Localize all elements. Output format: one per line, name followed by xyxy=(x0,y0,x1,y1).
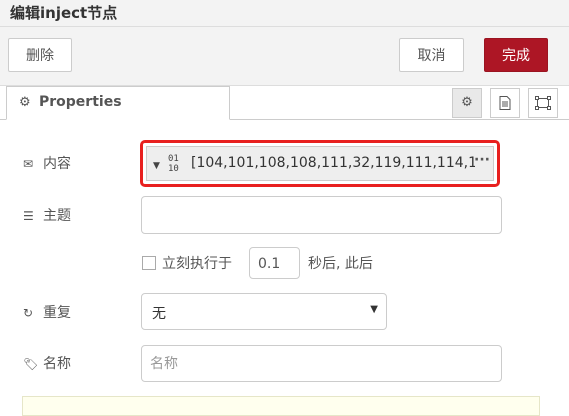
delete-button[interactable]: 删除 xyxy=(8,38,72,72)
name-label: 名称 xyxy=(43,356,71,372)
topic-label-row: ☰ 主题 xyxy=(23,205,71,225)
payload-typed-input[interactable]: ▼ 01 10 [104,101,108,108,111,32,119,111,1… xyxy=(140,140,500,187)
tab-properties-label: Properties xyxy=(39,94,122,110)
dialog-title: 编辑inject节点 xyxy=(10,4,118,22)
repeat-select[interactable]: 无 ▼ xyxy=(141,293,387,330)
envelope-icon: ✉ xyxy=(23,157,34,171)
once-delay-suffix: 秒后, 此后 xyxy=(308,256,373,272)
binary-icon-bottom: 10 xyxy=(168,164,179,174)
inject-once-label: 立刻执行于 xyxy=(162,256,232,272)
done-button[interactable]: 完成 xyxy=(484,38,548,72)
gear-icon: ⚙ xyxy=(461,95,473,110)
tag-icon: 🏷 xyxy=(23,357,39,371)
name-input[interactable]: 名称 xyxy=(141,345,502,382)
document-icon xyxy=(499,96,511,110)
caret-down-icon: ▼ xyxy=(153,161,160,171)
description-tab-button[interactable] xyxy=(490,88,520,118)
frame-icon xyxy=(535,96,551,110)
topic-label: 主题 xyxy=(43,208,71,224)
gear-icon: ⚙ xyxy=(19,95,31,110)
appearance-tab-button[interactable] xyxy=(528,88,558,118)
binary-icon-top: 01 xyxy=(168,154,179,164)
inject-once-checkbox[interactable] xyxy=(142,256,156,270)
cancel-button[interactable]: 取消 xyxy=(399,38,464,72)
payload-value[interactable]: [104,101,108,108,111,32,119,111,114,108 xyxy=(191,147,475,180)
tab-properties[interactable]: ⚙ Properties xyxy=(6,86,230,120)
list-icon: ☰ xyxy=(23,209,34,223)
repeat-selected-value: 无 xyxy=(152,306,166,322)
caret-down-icon: ▼ xyxy=(370,304,378,315)
repeat-label: 重复 xyxy=(43,305,71,321)
topic-input[interactable] xyxy=(141,196,502,234)
info-tip-box xyxy=(22,396,540,416)
settings-tab-button[interactable]: ⚙ xyxy=(452,88,482,118)
payload-type-selector[interactable]: ▼ 01 10 xyxy=(147,147,191,180)
binary-icon: 01 10 xyxy=(168,154,179,174)
once-delay-input[interactable]: 0.1 xyxy=(249,247,300,279)
refresh-icon: ↻ xyxy=(23,306,34,320)
name-label-row: 🏷 名称 xyxy=(23,353,71,373)
dialog-titlebar: 编辑inject节点 xyxy=(0,0,569,27)
repeat-label-row: ↻ 重复 xyxy=(23,302,71,322)
payload-input-frame: ▼ 01 10 [104,101,108,108,111,32,119,111,1… xyxy=(146,146,494,181)
payload-label: 内容 xyxy=(43,156,71,172)
ellipsis-icon[interactable]: ··· xyxy=(474,152,490,168)
tabs-bar: ⚙ Properties ⚙ xyxy=(0,86,569,120)
payload-label-row: ✉ 内容 xyxy=(23,153,71,173)
dialog-toolbar: 删除 取消 完成 xyxy=(0,27,569,86)
